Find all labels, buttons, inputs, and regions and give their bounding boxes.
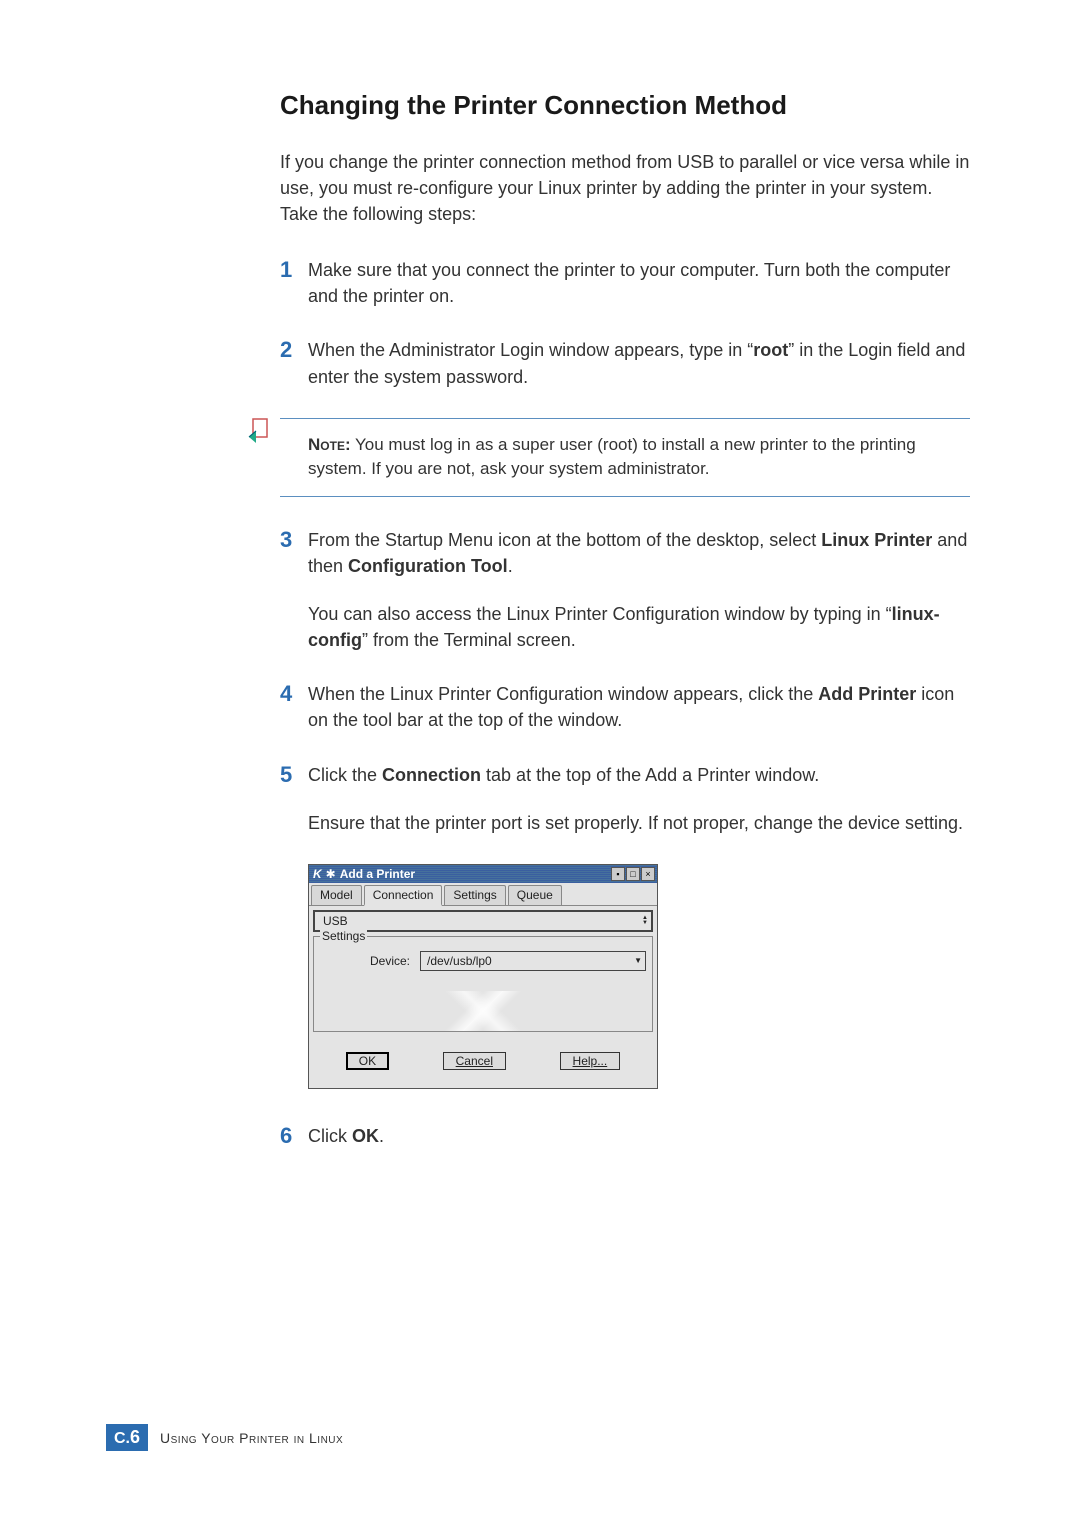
step-body: Click the Connection tab at the top of t… bbox=[308, 762, 970, 836]
glare-decoration bbox=[314, 991, 652, 1031]
dialog-title: Add a Printer bbox=[340, 867, 415, 881]
page-footer: C.6 Using Your Printer in Linux bbox=[106, 1424, 343, 1451]
tab-bar: Model Connection Settings Queue bbox=[309, 883, 657, 906]
chevron-down-icon: ▼ bbox=[634, 956, 642, 965]
maximize-icon[interactable]: □ bbox=[626, 867, 640, 881]
settings-fieldset: Settings Device: /dev/usb/lp0 ▼ bbox=[313, 936, 653, 1032]
titlebar: K ✱ Add a Printer ▪ □ × bbox=[309, 865, 657, 883]
step-number: 4 bbox=[280, 681, 308, 733]
tab-connection[interactable]: Connection bbox=[364, 885, 443, 906]
step-4: 4 When the Linux Printer Configuration w… bbox=[280, 681, 970, 733]
app-icon: K bbox=[313, 867, 322, 881]
tab-model[interactable]: Model bbox=[311, 885, 362, 905]
step-number: 6 bbox=[280, 1123, 308, 1149]
minimize-icon[interactable]: ▪ bbox=[611, 867, 625, 881]
step-body: Make sure that you connect the printer t… bbox=[308, 257, 970, 309]
add-printer-dialog: K ✱ Add a Printer ▪ □ × Model Connection… bbox=[308, 864, 658, 1089]
step-number: 1 bbox=[280, 257, 308, 309]
tab-settings[interactable]: Settings bbox=[444, 885, 505, 905]
tab-panel: USB ▲▼ Settings Device: /dev/usb/lp0 ▼ bbox=[309, 906, 657, 1036]
step-body: When the Linux Printer Configuration win… bbox=[308, 681, 970, 733]
cancel-button[interactable]: Cancel bbox=[443, 1052, 506, 1070]
tab-queue[interactable]: Queue bbox=[508, 885, 562, 905]
close-icon[interactable]: × bbox=[641, 867, 655, 881]
dialog-buttons: OK Cancel Help... bbox=[309, 1036, 657, 1088]
star-icon: ✱ bbox=[326, 867, 336, 881]
device-label: Device: bbox=[320, 954, 420, 968]
step-1: 1 Make sure that you connect the printer… bbox=[280, 257, 970, 309]
fieldset-legend: Settings bbox=[320, 929, 367, 943]
footer-text: Using Your Printer in Linux bbox=[160, 1430, 343, 1446]
dialog-screenshot: K ✱ Add a Printer ▪ □ × Model Connection… bbox=[308, 864, 970, 1089]
step-body: When the Administrator Login window appe… bbox=[308, 337, 970, 389]
spin-icon: ▲▼ bbox=[642, 916, 648, 926]
step-body: Click OK. bbox=[308, 1123, 970, 1149]
intro-paragraph: If you change the printer connection met… bbox=[280, 149, 970, 227]
note-block: Note: You must log in as a super user (r… bbox=[280, 418, 970, 497]
step-body: From the Startup Menu icon at the bottom… bbox=[308, 527, 970, 653]
step-3: 3 From the Startup Menu icon at the bott… bbox=[280, 527, 970, 653]
step-6: 6 Click OK. bbox=[280, 1123, 970, 1149]
ok-button[interactable]: OK bbox=[346, 1052, 389, 1070]
step-2: 2 When the Administrator Login window ap… bbox=[280, 337, 970, 389]
help-button[interactable]: Help... bbox=[560, 1052, 621, 1070]
note-text: You must log in as a super user (root) t… bbox=[308, 435, 916, 479]
note-icon bbox=[244, 415, 274, 445]
device-select[interactable]: /dev/usb/lp0 ▼ bbox=[420, 951, 646, 971]
step-5: 5 Click the Connection tab at the top of… bbox=[280, 762, 970, 836]
step-number: 3 bbox=[280, 527, 308, 653]
note-label: Note: bbox=[308, 435, 351, 454]
page-number-badge: C.6 bbox=[106, 1424, 148, 1451]
page-title: Changing the Printer Connection Method bbox=[280, 90, 970, 121]
step-number: 5 bbox=[280, 762, 308, 836]
step-number: 2 bbox=[280, 337, 308, 389]
